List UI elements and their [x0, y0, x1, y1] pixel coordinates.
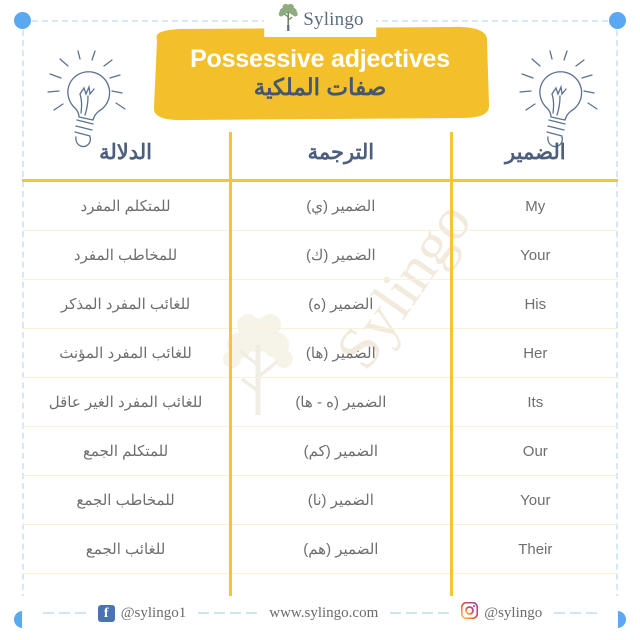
instagram-icon: [461, 601, 479, 624]
table-row: للغائب المفرد الغير عاقل الضمير (ه - ها)…: [22, 377, 618, 427]
cell-meaning: للمتكلم المفرد: [22, 180, 231, 231]
website-link[interactable]: www.sylingo.com: [261, 605, 386, 622]
cell-meaning: للمخاطب الجمع: [22, 475, 231, 525]
title-english: Possessive adjectives: [190, 44, 450, 73]
table-row: للمتكلم الجمع الضمير (كم) Our: [22, 426, 618, 476]
cell-translation: الضمير (نا): [229, 475, 452, 525]
cell-translation: الضمير (كم): [229, 426, 452, 476]
cell-meaning: للغائب الجمع: [22, 524, 231, 574]
possessive-adjectives-table: الدلالة الترجمة الضمير للمتكلم المفرد ال…: [22, 132, 618, 622]
column-header-translation: الترجمة: [229, 132, 452, 182]
cell-translation: الضمير (ه): [229, 279, 452, 329]
title-banner: Possessive adjectives صفات الملكية: [150, 26, 490, 122]
title-area: Possessive adjectives صفات الملكية: [0, 26, 640, 148]
table-header-row: الدلالة الترجمة الضمير: [22, 132, 618, 182]
cell-pronoun: Their: [449, 524, 618, 574]
instagram-link[interactable]: @sylingo: [453, 601, 550, 624]
cell-translation: الضمير (ه - ها): [229, 377, 452, 427]
column-header-meaning: الدلالة: [22, 132, 231, 182]
table-body: للمتكلم المفرد الضمير (ي) My للمخاطب الم…: [22, 180, 618, 622]
cell-pronoun: My: [449, 180, 618, 231]
footer-dash-mid-right: [386, 612, 453, 614]
cell-pronoun: His: [449, 279, 618, 329]
cell-translation: الضمير (ها): [229, 328, 452, 378]
facebook-icon: f: [97, 604, 115, 622]
cell-meaning: للغائب المفرد الغير عاقل: [22, 377, 231, 427]
cell-translation: الضمير (ي): [229, 180, 452, 231]
table-row: للغائب المفرد المذكر الضمير (ه) His: [22, 279, 618, 329]
title-arabic: صفات الملكية: [253, 74, 387, 101]
instagram-handle: @sylingo: [484, 604, 543, 621]
table-row: للمخاطب المفرد الضمير (ك) Your: [22, 230, 618, 280]
column-header-pronoun: الضمير: [449, 132, 618, 182]
table-row: للمتكلم المفرد الضمير (ي) My: [22, 180, 618, 231]
cell-translation: الضمير (ك): [229, 230, 452, 280]
brand-name: Sylingo: [303, 8, 364, 30]
website-url: www.sylingo.com: [269, 604, 379, 621]
vocabulary-table-wrapper: Sylingo الدلالة الترجمة الضمير للمتكلم ا…: [22, 132, 618, 622]
infographic-poster: Sylingo Possessive adjectives صفات الملك…: [0, 0, 640, 640]
table-row: للغائب المفرد المؤنث الضمير (ها) Her: [22, 328, 618, 378]
facebook-link[interactable]: f @sylingo1: [90, 604, 195, 622]
cell-pronoun: Your: [449, 475, 618, 525]
table-row: للغائب الجمع الضمير (هم) Their: [22, 524, 618, 574]
cell-meaning: للغائب المفرد المذكر: [22, 279, 231, 329]
cell-pronoun: Her: [449, 328, 618, 378]
cell-pronoun: Your: [449, 230, 618, 280]
footer-dash-right: [550, 612, 601, 614]
cell-meaning: للمخاطب المفرد: [22, 230, 231, 280]
table-row: للمخاطب الجمع الضمير (نا) Your: [22, 475, 618, 525]
brand-logo: Sylingo: [264, 2, 376, 37]
cell-meaning: للغائب المفرد المؤنث: [22, 328, 231, 378]
facebook-handle: @sylingo1: [120, 604, 187, 621]
cell-pronoun: Its: [449, 377, 618, 427]
tree-icon: [276, 2, 300, 37]
cell-translation: الضمير (هم): [229, 524, 452, 574]
footer-dash-mid-left: [194, 612, 261, 614]
cell-pronoun: Our: [449, 426, 618, 476]
footer-bar: f @sylingo1 www.sylingo.com @sylingo: [22, 596, 618, 630]
cell-meaning: للمتكلم الجمع: [22, 426, 231, 476]
footer-dash-left: [39, 612, 90, 614]
